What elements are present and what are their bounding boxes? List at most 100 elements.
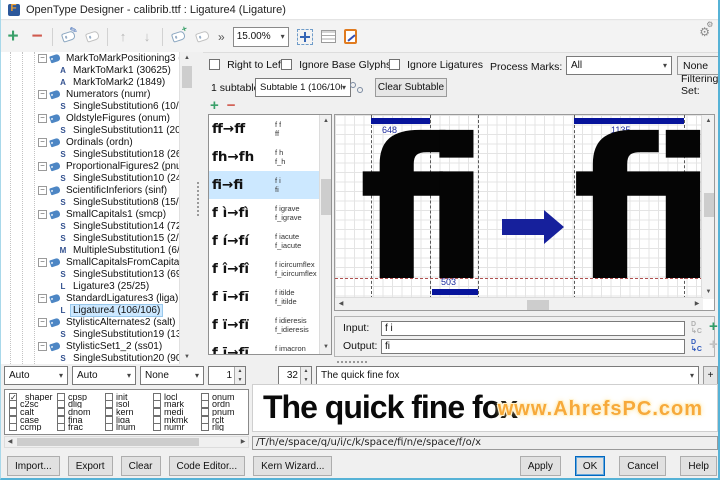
tree-collapse-icon[interactable]: − bbox=[38, 138, 47, 147]
scroll-right-icon[interactable]: ▶ bbox=[238, 437, 248, 447]
feature-checkbox-item[interactable]: frac bbox=[55, 423, 103, 431]
shaper-select-1[interactable]: Auto ▾ bbox=[4, 366, 68, 385]
feature-checkbox-item[interactable]: numr bbox=[151, 423, 199, 431]
move-down-icon[interactable]: ↓ bbox=[136, 26, 158, 48]
feature-checkbox-item[interactable]: case bbox=[7, 416, 55, 424]
mark-filtering-set-field[interactable]: None bbox=[677, 56, 719, 75]
tree-item[interactable]: SSingleSubstitution6 (10/10) bbox=[1, 100, 179, 112]
feature-checkbox-item[interactable]: kern bbox=[103, 408, 151, 416]
tree-item[interactable]: SSingleSubstitution20 (90/90) bbox=[1, 352, 179, 364]
tree-item[interactable]: MMultipleSubstitution1 (6/6) bbox=[1, 244, 179, 256]
help-button[interactable]: Help bbox=[680, 456, 717, 476]
clear-subtable-button[interactable]: Clear Subtable bbox=[375, 78, 447, 97]
ignore-ligatures-checkbox[interactable]: Ignore Ligatures bbox=[389, 59, 483, 71]
tree-collapse-icon[interactable]: − bbox=[38, 294, 47, 303]
scroll-left-icon[interactable]: ◀ bbox=[335, 298, 347, 310]
code-editor-button[interactable]: Code Editor... bbox=[169, 456, 246, 476]
scrollbar-thumb[interactable] bbox=[17, 438, 199, 446]
scroll-down-icon[interactable]: ▼ bbox=[702, 286, 715, 299]
tree-collapse-icon[interactable]: − bbox=[38, 318, 47, 327]
decompose-output-icon[interactable]: D↳C bbox=[691, 339, 705, 353]
tree-item[interactable]: SSingleSubstitution15 (2/2) bbox=[1, 232, 179, 244]
kern-wizard-button[interactable]: Kern Wizard... bbox=[253, 456, 332, 476]
scroll-up-icon[interactable]: ▲ bbox=[702, 115, 715, 128]
font-size-spinner[interactable]: 32 ▲▼ bbox=[278, 366, 312, 385]
move-up-icon[interactable]: ↑ bbox=[112, 26, 134, 48]
ligature-row[interactable]: fi→fif ifi bbox=[209, 171, 331, 199]
feature-checkbox-item[interactable]: calt bbox=[7, 408, 55, 416]
tree-item[interactable]: −StylisticSet1_2 (ss01) bbox=[1, 340, 179, 352]
feature-checkbox-item[interactable]: liga bbox=[103, 416, 151, 424]
tree-item[interactable]: LLigature4 (106/106) bbox=[1, 304, 179, 316]
feature-checkbox-item[interactable]: c2sc bbox=[7, 401, 55, 409]
ok-button[interactable]: OK bbox=[575, 456, 605, 476]
ligature-list-scrollbar[interactable]: ▲ ▼ bbox=[319, 115, 331, 354]
right-to-left-checkbox[interactable]: Right to Left bbox=[209, 59, 284, 71]
ligature-row[interactable]: fh→fhf hf_h bbox=[209, 143, 331, 171]
panel-splitter[interactable] bbox=[193, 52, 203, 364]
grid-toggle-icon[interactable] bbox=[321, 30, 336, 43]
process-marks-select[interactable]: All ▾ bbox=[566, 56, 672, 75]
feature-checkbox-item[interactable]: lnum bbox=[103, 423, 151, 431]
feature-checkbox-item[interactable]: dnom bbox=[55, 408, 103, 416]
ligature-row[interactable]: f ĩ→fĩf itildef_itilde bbox=[209, 283, 331, 311]
tree-item[interactable]: SSingleSubstitution10 (24/24) bbox=[1, 172, 179, 184]
scroll-up-icon[interactable]: ▲ bbox=[320, 115, 332, 128]
import-button[interactable]: Import... bbox=[7, 456, 60, 476]
cancel-button[interactable]: Cancel bbox=[619, 456, 666, 476]
edit-page-icon[interactable] bbox=[344, 29, 357, 44]
tree-item[interactable]: SSingleSubstitution11 (20/20) bbox=[1, 124, 179, 136]
tree-collapse-icon[interactable]: − bbox=[38, 210, 47, 219]
scrollbar-thumb[interactable] bbox=[182, 66, 192, 88]
output-field[interactable]: fi bbox=[381, 339, 685, 354]
canvas-vertical-scrollbar[interactable]: ▲ ▼ bbox=[701, 115, 714, 299]
ligature-row[interactable]: f ì→fìf igravef_igrave bbox=[209, 199, 331, 227]
tree-item[interactable]: −OldstyleFigures (onum) bbox=[1, 112, 179, 124]
ligature-row[interactable]: ff→fff fff bbox=[209, 115, 331, 143]
shaper-select-2[interactable]: Auto ▾ bbox=[72, 366, 136, 385]
decompose-input-icon[interactable]: D↳C bbox=[691, 321, 705, 335]
variation-select[interactable]: None ▾ bbox=[140, 366, 204, 385]
subtable-select[interactable]: Subtable 1 (106/106) ▾ bbox=[255, 78, 351, 97]
feature-checkbox-item[interactable]: medi bbox=[151, 408, 199, 416]
tree-scrollbar[interactable]: ▲ ▼ bbox=[179, 52, 193, 364]
scroll-up-icon[interactable]: ▲ bbox=[180, 52, 194, 65]
add-tag-icon[interactable]: + bbox=[167, 26, 189, 48]
spinner-arrows-icon[interactable]: ▲▼ bbox=[234, 367, 245, 384]
tree-item[interactable]: −ProportionalFigures2 (pnum) bbox=[1, 160, 179, 172]
tree-item[interactable]: AMarkToMark1 (30625) bbox=[1, 64, 179, 76]
tree-item[interactable]: −ScientificInferiors (sinf) bbox=[1, 184, 179, 196]
tree-item[interactable]: −Numerators (numr) bbox=[1, 88, 179, 100]
count-spinner[interactable]: 1 ▲▼ bbox=[208, 366, 246, 385]
feature-checkbox-item[interactable]: cpsp bbox=[55, 393, 103, 401]
spinner-arrows-icon[interactable]: ▲▼ bbox=[300, 367, 311, 384]
settings-gear-icon[interactable]: ⚙ bbox=[699, 25, 710, 39]
remove-icon[interactable]: − bbox=[26, 26, 48, 48]
scrollbar-thumb[interactable] bbox=[527, 300, 549, 310]
tree-item[interactable]: LLigature3 (25/25) bbox=[1, 280, 179, 292]
apply-button[interactable]: Apply bbox=[520, 456, 561, 476]
ignore-base-glyphs-checkbox[interactable]: Ignore Base Glyphs bbox=[281, 59, 391, 71]
add-ligature-icon[interactable]: + bbox=[210, 97, 219, 114]
scroll-right-icon[interactable]: ▶ bbox=[691, 298, 703, 310]
feature-checkbox-item[interactable]: ✓_shaper bbox=[7, 393, 55, 401]
tree-collapse-icon[interactable]: − bbox=[38, 162, 47, 171]
zoom-select[interactable]: 15.00% ▾ bbox=[233, 27, 289, 47]
canvas-horizontal-scrollbar[interactable]: ◀ ▶ bbox=[335, 297, 703, 310]
tree-item[interactable]: −StandardLigatures3 (liga) bbox=[1, 292, 179, 304]
scrollbar-thumb[interactable] bbox=[321, 179, 331, 215]
glyph-string-field[interactable]: /T/h/e/space/q/u/i/c/k/space/fi/n/e/spac… bbox=[252, 436, 718, 450]
feature-checkbox-item[interactable]: isol bbox=[103, 401, 151, 409]
tree-item[interactable]: −StylisticAlternates2 (salt) bbox=[1, 316, 179, 328]
tree-item[interactable]: SSingleSubstitution18 (26/26) bbox=[1, 148, 179, 160]
scroll-down-icon[interactable]: ▼ bbox=[320, 341, 332, 354]
feature-checkbox-item[interactable]: rlig bbox=[199, 423, 247, 431]
feature-checkbox-item[interactable]: dlig bbox=[55, 401, 103, 409]
feature-checkbox-item[interactable]: mkmk bbox=[151, 416, 199, 424]
export-button[interactable]: Export bbox=[68, 456, 113, 476]
ligature-list[interactable]: ff→fff ffffh→fhf hf_hfi→fif ifif ì→fìf i… bbox=[208, 114, 332, 355]
edit-tag-icon[interactable]: ✎ bbox=[57, 26, 79, 48]
ligature-row[interactable]: f ï→fïf idieresisf_idieresis bbox=[209, 311, 331, 339]
tree-item[interactable]: SSingleSubstitution8 (15/15) bbox=[1, 196, 179, 208]
feature-tree[interactable]: −MarkToMarkPositioning3 (mkmk)AMarkToMar… bbox=[1, 52, 179, 364]
